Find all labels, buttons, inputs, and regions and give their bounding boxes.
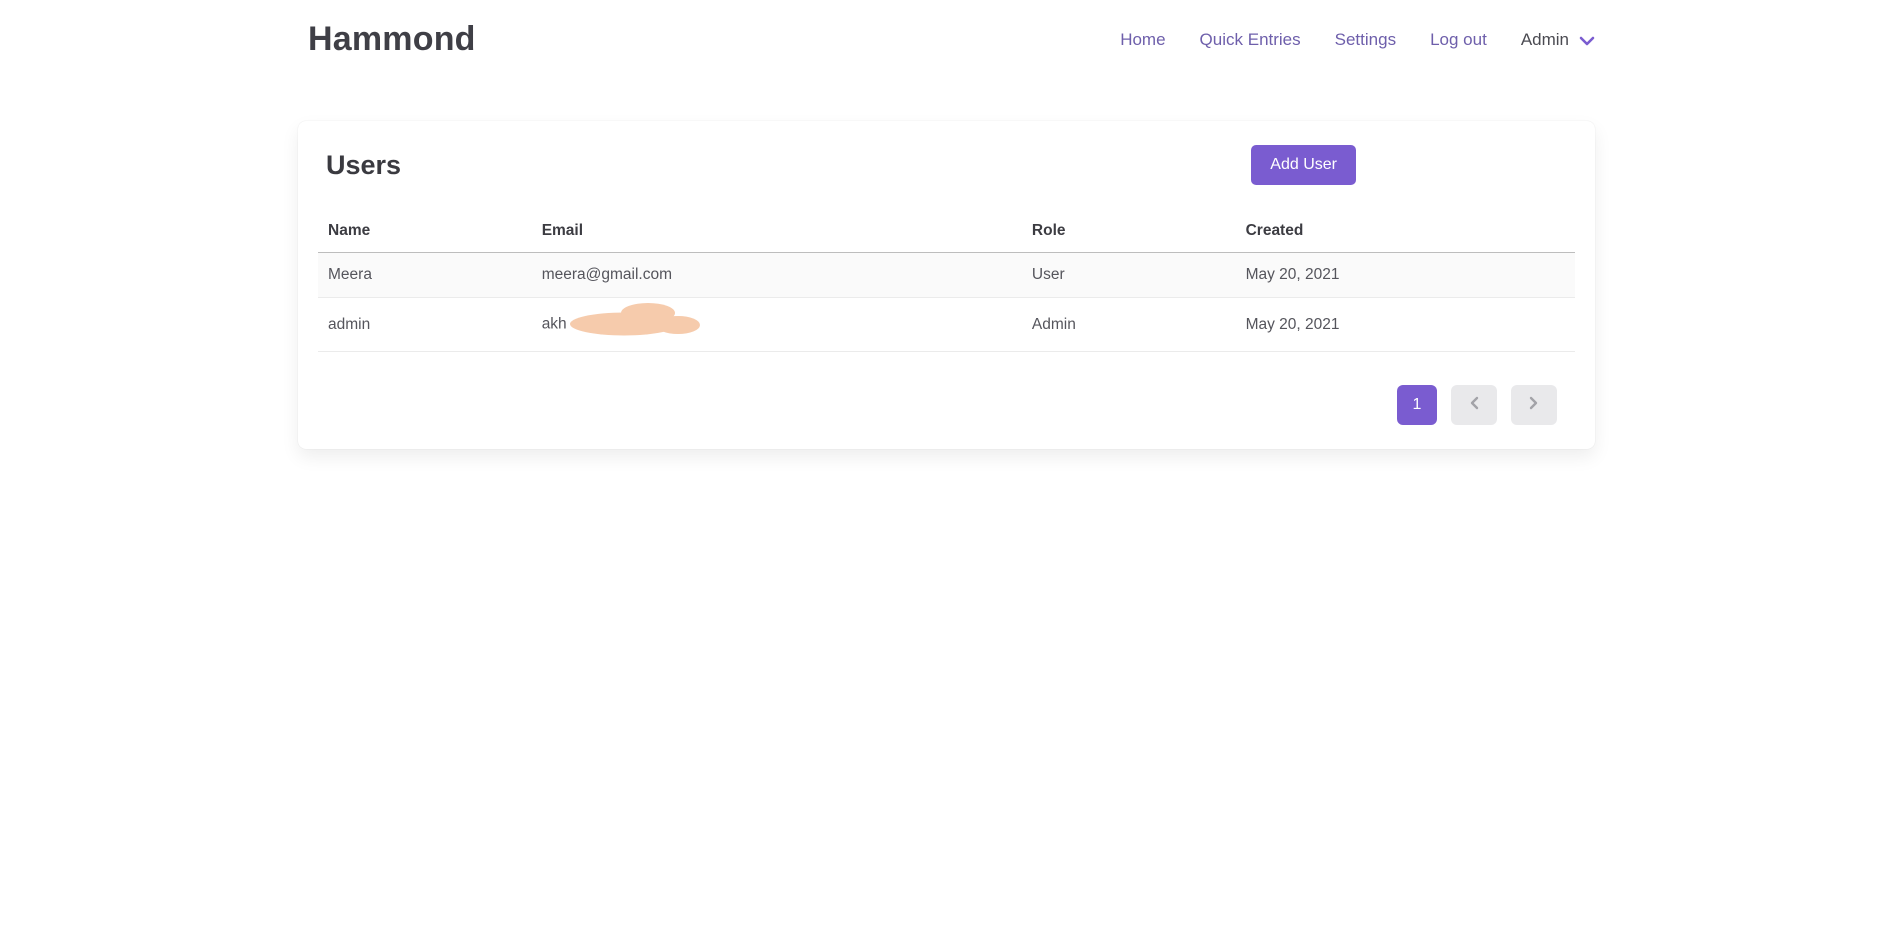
nav-link-quick-entries[interactable]: Quick Entries	[1200, 30, 1301, 50]
pagination: 1	[318, 385, 1575, 431]
pagination-prev-button[interactable]	[1451, 385, 1497, 425]
page-title: Users	[326, 150, 401, 181]
cell-created: May 20, 2021	[1236, 298, 1575, 352]
users-table: Name Email Role Created Meera meera@gmai…	[318, 209, 1575, 352]
main-nav: Home Quick Entries Settings Log out Admi…	[1120, 28, 1595, 51]
pagination-page-1-button[interactable]: 1	[1397, 385, 1437, 425]
column-header-role: Role	[1022, 209, 1236, 253]
add-user-button[interactable]: Add User	[1251, 145, 1356, 185]
main-content: Users Add User Name Email Role Created	[298, 121, 1595, 449]
nav-link-settings[interactable]: Settings	[1335, 30, 1396, 50]
topbar: Hammond Home Quick Entries Settings Log …	[0, 0, 1893, 73]
table-row: admin akh Admin May 20, 2021	[318, 298, 1575, 352]
pagination-next-button[interactable]	[1511, 385, 1557, 425]
cell-name: admin	[318, 298, 532, 352]
users-card: Users Add User Name Email Role Created	[298, 121, 1595, 449]
nav-link-home[interactable]: Home	[1120, 30, 1165, 50]
user-menu-admin[interactable]: Admin	[1521, 28, 1595, 51]
brand-logo[interactable]: Hammond	[308, 20, 476, 59]
card-header: Users Add User	[318, 145, 1575, 209]
cell-email: akh	[532, 298, 1022, 352]
column-header-name: Name	[318, 209, 532, 253]
column-header-email: Email	[532, 209, 1022, 253]
cell-email-visible-text: akh	[542, 316, 567, 333]
redaction-scribble	[568, 301, 702, 344]
cell-role: User	[1022, 253, 1236, 298]
cell-email: meera@gmail.com	[532, 253, 1022, 298]
nav-link-log-out[interactable]: Log out	[1430, 30, 1487, 50]
chevron-right-icon	[1529, 396, 1539, 415]
table-header-row: Name Email Role Created	[318, 209, 1575, 253]
column-header-created: Created	[1236, 209, 1575, 253]
cell-role: Admin	[1022, 298, 1236, 352]
chevron-left-icon	[1469, 396, 1479, 415]
table-row: Meera meera@gmail.com User May 20, 2021	[318, 253, 1575, 298]
chevron-down-icon	[1579, 31, 1595, 51]
cell-name: Meera	[318, 253, 532, 298]
user-menu-label: Admin	[1521, 30, 1569, 50]
cell-created: May 20, 2021	[1236, 253, 1575, 298]
